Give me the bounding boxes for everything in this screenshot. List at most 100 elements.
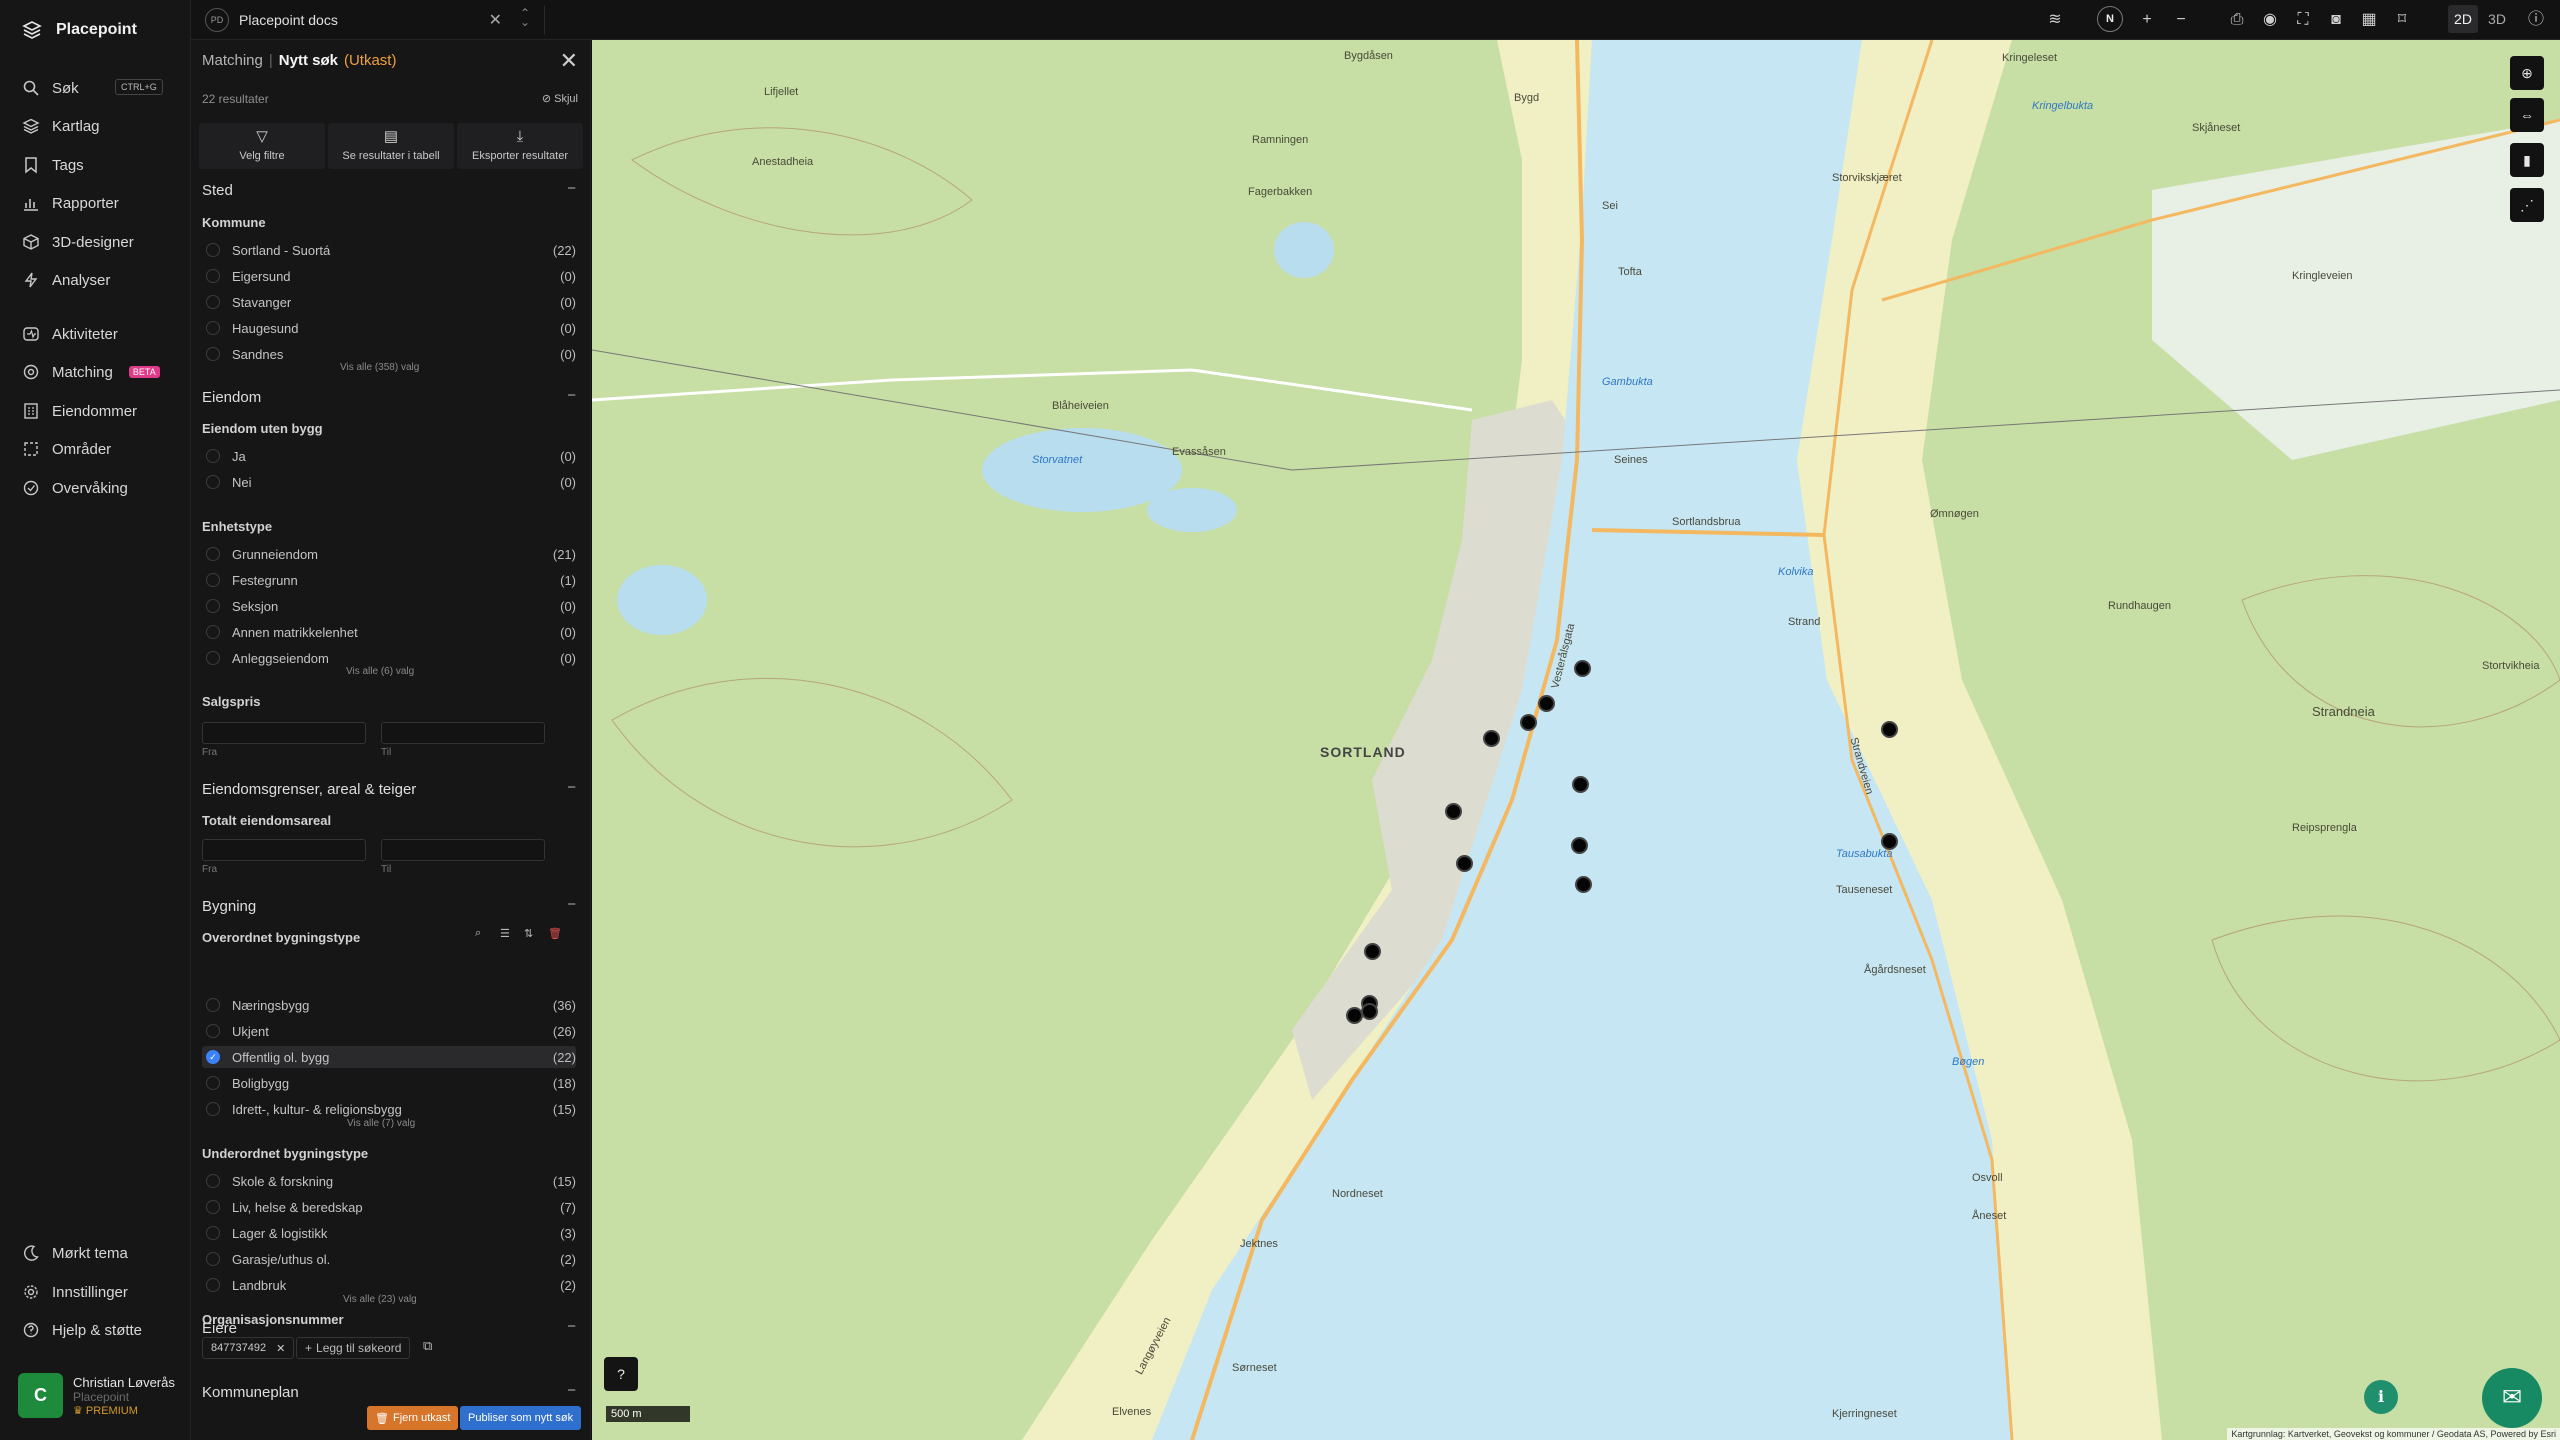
section-title-bygning[interactable]: Bygning [202, 898, 256, 915]
filter-option[interactable]: Liv, helse & beredskap (7) [202, 1196, 576, 1218]
result-marker[interactable] [1881, 721, 1898, 738]
filter-option[interactable]: Annen matrikkelenhet (0) [202, 621, 576, 643]
sidebar-item-matching[interactable]: Matching BETA [22, 361, 160, 383]
map-info-button[interactable]: i [2364, 1380, 2398, 1414]
checkbox[interactable] [206, 625, 220, 639]
export-results-button[interactable]: ⤓ Eksporter resultater [457, 123, 583, 169]
list-icon[interactable]: ☰ [500, 927, 510, 940]
filter-option[interactable]: Boligbygg (18) [202, 1072, 576, 1094]
zoom-in-icon[interactable]: + [2137, 10, 2157, 30]
checkbox[interactable] [206, 1076, 220, 1090]
collapse-icon[interactable]: − [567, 1382, 576, 1399]
collapse-icon[interactable]: − [567, 387, 576, 404]
sidebar-item-properties[interactable]: Eiendommer [22, 400, 137, 422]
filter-option[interactable]: Grunneiendom (21) [202, 543, 576, 565]
area-from-input[interactable] [202, 839, 366, 861]
sidebar-item-help[interactable]: Hjelp & støtte [22, 1319, 142, 1341]
checkbox[interactable] [206, 1278, 220, 1292]
checkbox[interactable] [206, 347, 220, 361]
choose-filters-button[interactable]: ▽ Velg filtre [199, 123, 325, 169]
checkbox[interactable] [206, 1200, 220, 1214]
filter-option-selected[interactable]: ✓ Offentlig ol. bygg (22) [202, 1046, 576, 1068]
map-tool-profile-icon[interactable]: ⋰ [2510, 188, 2544, 222]
collapse-icon[interactable]: − [567, 180, 576, 197]
sidebar-item-activities[interactable]: Aktiviteter [22, 323, 118, 345]
checkbox[interactable] [206, 295, 220, 309]
checkbox[interactable] [206, 1252, 220, 1266]
filter-option[interactable]: Sortland - Suortá (22) [202, 239, 576, 261]
user-card[interactable]: C Christian Løverås Placepoint ♛ PREMIUM [18, 1373, 183, 1425]
close-panel-icon[interactable]: ✕ [560, 48, 578, 74]
view-3d-button[interactable]: 3D [2482, 5, 2512, 33]
checkbox[interactable] [206, 599, 220, 613]
result-marker[interactable] [1456, 855, 1473, 872]
chevron-updown-icon[interactable]: ⌃ ⌄ [520, 7, 530, 28]
price-from-input[interactable] [202, 722, 366, 744]
result-marker[interactable] [1520, 714, 1537, 731]
filter-option[interactable]: Næringsbygg (36) [202, 994, 576, 1016]
filter-option[interactable]: Haugesund (0) [202, 317, 576, 339]
result-marker[interactable] [1445, 803, 1462, 820]
filter-option[interactable]: Garasje/uthus ol. (2) [202, 1248, 576, 1270]
layers-stack-icon[interactable]: ≋ [2045, 10, 2065, 30]
area-to-input[interactable] [381, 839, 545, 861]
filter-option[interactable]: Idrett-, kultur- & religionsbygg (15) [202, 1098, 576, 1120]
breadcrumb-parent[interactable]: Matching [202, 52, 263, 69]
checkbox[interactable] [206, 1226, 220, 1240]
view-table-button[interactable]: ▤ Se resultater i tabell [328, 123, 454, 169]
copy-icon[interactable]: ⧉ [423, 1338, 432, 1354]
search-icon[interactable]: ⌕ [475, 927, 481, 940]
result-marker[interactable] [1361, 1003, 1378, 1020]
checkbox[interactable] [206, 321, 220, 335]
filter-option[interactable]: Seksjon (0) [202, 595, 576, 617]
result-marker[interactable] [1364, 943, 1381, 960]
search-tab[interactable]: PD Placepoint docs ✕ ⌃ ⌄ [205, 6, 545, 34]
sidebar-item-monitoring[interactable]: Overvåking [22, 477, 128, 499]
print-icon[interactable]: ⎙ [2227, 10, 2247, 30]
org-number-chip[interactable]: 847737492 ✕ [202, 1337, 295, 1359]
filter-option[interactable]: Eigersund (0) [202, 265, 576, 287]
section-title-sted[interactable]: Sted [202, 182, 233, 199]
checkbox[interactable] [206, 269, 220, 283]
north-compass[interactable]: N [2097, 6, 2123, 32]
sidebar-item-settings[interactable]: Innstillinger [22, 1281, 128, 1303]
price-to-input[interactable] [381, 722, 545, 744]
section-title-kommuneplan[interactable]: Kommuneplan [202, 1384, 299, 1401]
filter-option[interactable]: Lager & logistikk (3) [202, 1222, 576, 1244]
result-marker[interactable] [1572, 776, 1589, 793]
filter-option[interactable]: Skole & forskning (15) [202, 1170, 576, 1192]
sidebar-item-search[interactable]: Søk [22, 77, 79, 99]
section-title-grenser[interactable]: Eiendomsgrenser, areal & teiger [202, 781, 416, 798]
sidebar-item-tags[interactable]: Tags [22, 154, 84, 176]
sidebar-item-dark-theme[interactable]: Mørkt tema [22, 1242, 128, 1264]
see-all-link[interactable]: Vis alle (6) valg [346, 666, 414, 677]
info-icon[interactable]: ⓘ [2526, 10, 2546, 30]
view-2d-button[interactable]: 2D [2448, 5, 2478, 33]
bookmark-icon[interactable]: ⌑ [2392, 10, 2412, 30]
result-marker[interactable] [1881, 833, 1898, 850]
sidebar-item-areas[interactable]: Områder [22, 438, 111, 460]
sidebar-item-layers[interactable]: Kartlag [22, 115, 100, 137]
sidebar-item-3d-designer[interactable]: 3D-designer [22, 231, 134, 253]
filter-option[interactable]: Ja (0) [202, 445, 576, 467]
checkbox[interactable] [206, 547, 220, 561]
result-marker[interactable] [1571, 837, 1588, 854]
filter-option[interactable]: Nei (0) [202, 471, 576, 493]
map-tool-chart-icon[interactable]: ▮ [2510, 143, 2544, 177]
result-marker[interactable] [1575, 876, 1592, 893]
see-all-link[interactable]: Vis alle (23) valg [343, 1294, 417, 1305]
filter-option[interactable]: Festegrunn (1) [202, 569, 576, 591]
checkbox[interactable] [206, 243, 220, 257]
collapse-icon[interactable]: − [567, 896, 576, 913]
publish-button[interactable]: Publiser som nytt søk [460, 1406, 582, 1430]
see-all-link[interactable]: Vis alle (7) valg [347, 1118, 415, 1129]
filter-option[interactable]: Stavanger (0) [202, 291, 576, 313]
map-tool-measure-icon[interactable]: ⇔ [2510, 98, 2544, 132]
checkbox[interactable] [206, 1174, 220, 1188]
sort-icon[interactable]: ⇅ [524, 927, 533, 940]
trash-icon[interactable]: 🗑 [548, 927, 562, 940]
chat-icon[interactable]: ✉ [2482, 1368, 2542, 1428]
add-keyword-button[interactable]: + Legg til søkeord [296, 1337, 411, 1359]
zoom-out-icon[interactable]: − [2171, 10, 2191, 30]
result-marker[interactable] [1538, 695, 1555, 712]
